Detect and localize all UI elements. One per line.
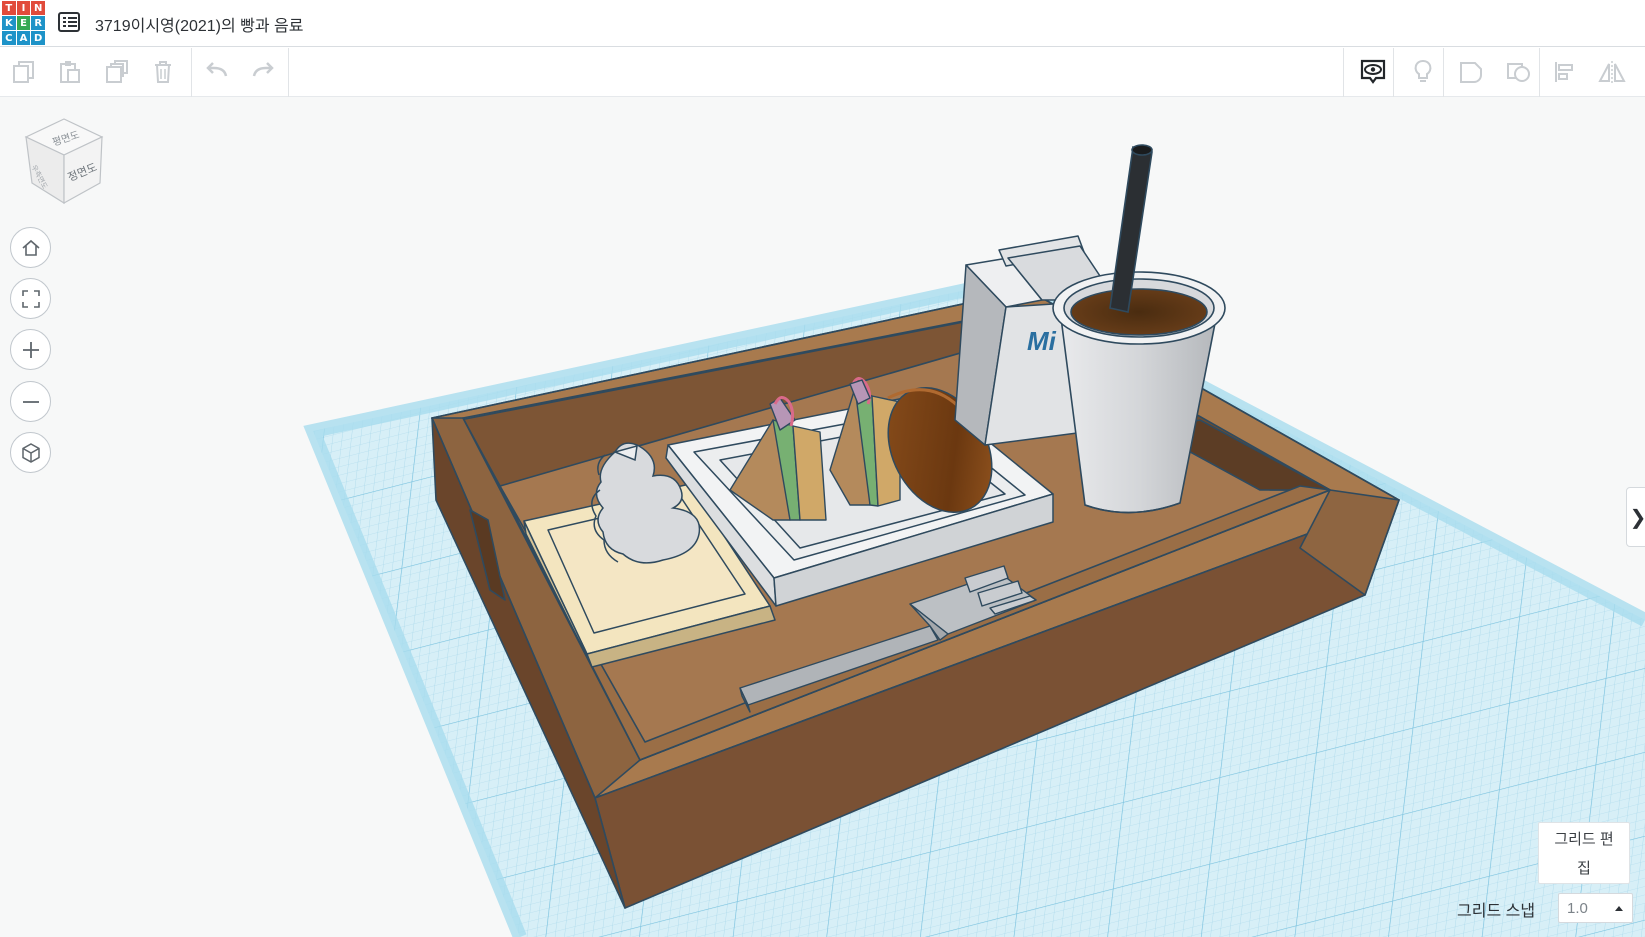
app-header: T I N K E R C A D 3719이시영(2021)의 빵과 음료 [0, 0, 1645, 47]
home-icon[interactable] [10, 227, 51, 268]
logo-letter: R [31, 16, 45, 30]
zoom-in-icon[interactable] [10, 329, 51, 370]
copy-icon[interactable] [6, 54, 42, 90]
3d-scene[interactable]: Mi [0, 97, 1645, 937]
logo-letter: A [16, 31, 31, 45]
logo-letter: E [16, 16, 31, 30]
logo-letter: C [2, 31, 16, 45]
design-title[interactable]: 3719이시영(2021)의 빵과 음료 [95, 12, 304, 36]
align-icon[interactable] [1547, 54, 1583, 90]
toolbar-divider [1393, 48, 1394, 97]
toolbar-divider [1443, 48, 1444, 97]
tinkercad-editor: T I N K E R C A D 3719이시영(2021)의 빵과 음료 M… [0, 0, 1645, 937]
show-all-icon[interactable] [1355, 54, 1391, 90]
logo-letter: D [31, 31, 45, 45]
snap-grid-select[interactable]: 1.0 [1558, 893, 1633, 923]
caret-up-icon [1615, 906, 1623, 911]
milk-carton-label: Mi [1027, 326, 1057, 356]
delete-icon[interactable] [145, 54, 181, 90]
mirror-icon[interactable] [1594, 54, 1630, 90]
edit-grid-button[interactable]: 그리드 편 집 [1538, 822, 1630, 884]
edit-toolbar [0, 48, 1645, 97]
fit-view-icon[interactable] [10, 278, 51, 319]
toolbar-divider [288, 48, 289, 97]
undo-icon[interactable] [199, 54, 235, 90]
logo-letter: N [31, 1, 45, 15]
toolbar-divider [1539, 48, 1540, 97]
edit-grid-label: 집 [1577, 860, 1591, 877]
group-icon[interactable] [1453, 54, 1489, 90]
paste-icon[interactable] [52, 54, 88, 90]
list-icon[interactable] [58, 12, 80, 32]
redo-icon[interactable] [245, 54, 281, 90]
perspective-icon[interactable] [10, 432, 51, 473]
toolbar-divider [1343, 48, 1344, 97]
ungroup-icon[interactable] [1501, 54, 1537, 90]
zoom-out-icon[interactable] [10, 381, 51, 422]
duplicate-icon[interactable] [99, 54, 135, 90]
light-bulb-icon[interactable] [1405, 54, 1441, 90]
workplane-viewport[interactable]: Mi 평면도 정면도 우측면도 ❯ 그리드 편 집 그리드 스냅 1.0 [0, 97, 1645, 937]
tinkercad-logo[interactable]: T I N K E R C A D [2, 1, 45, 45]
logo-letter: T [2, 1, 16, 15]
logo-letter: I [16, 1, 31, 15]
panel-toggle-chevron-icon[interactable]: ❯ [1626, 487, 1645, 547]
view-cube[interactable]: 평면도 정면도 우측면도 [22, 115, 107, 210]
edit-grid-label: 그리드 편 [1554, 831, 1614, 848]
logo-letter: K [2, 16, 16, 30]
snap-grid-label: 그리드 스냅 [1457, 903, 1536, 920]
toolbar-divider [191, 48, 192, 97]
snap-grid-value: 1.0 [1567, 900, 1588, 917]
